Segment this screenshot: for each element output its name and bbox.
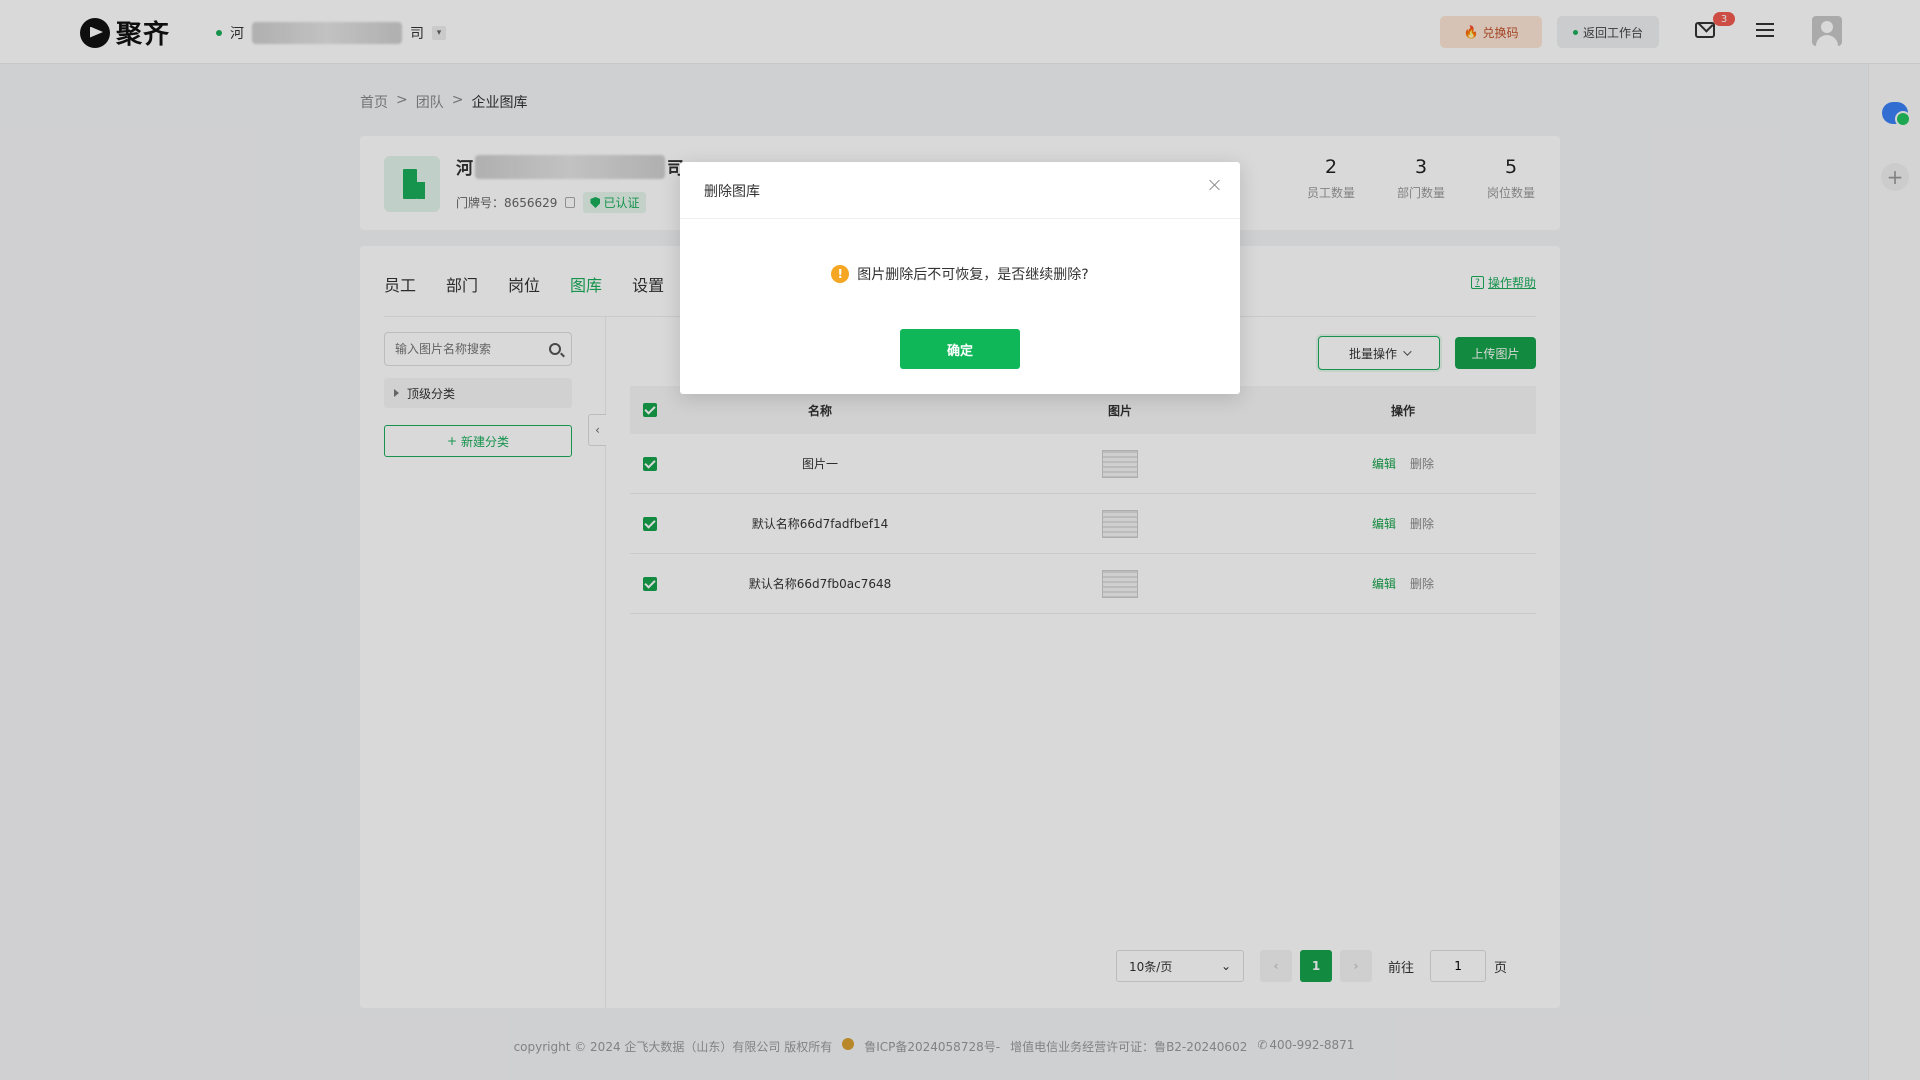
dialog-title: 删除图库 (704, 184, 760, 200)
confirm-button[interactable]: 确定 (900, 329, 1020, 369)
dialog-message-text: 图片删除后不可恢复，是否继续删除? (857, 267, 1089, 283)
dialog-divider (680, 218, 1240, 219)
delete-confirm-dialog: 删除图库 ! 图片删除后不可恢复，是否继续删除? 确定 (680, 162, 1240, 394)
warning-icon: ! (831, 265, 850, 283)
close-icon[interactable] (1208, 178, 1222, 192)
dialog-message: ! 图片删除后不可恢复，是否继续删除? (680, 264, 1240, 284)
